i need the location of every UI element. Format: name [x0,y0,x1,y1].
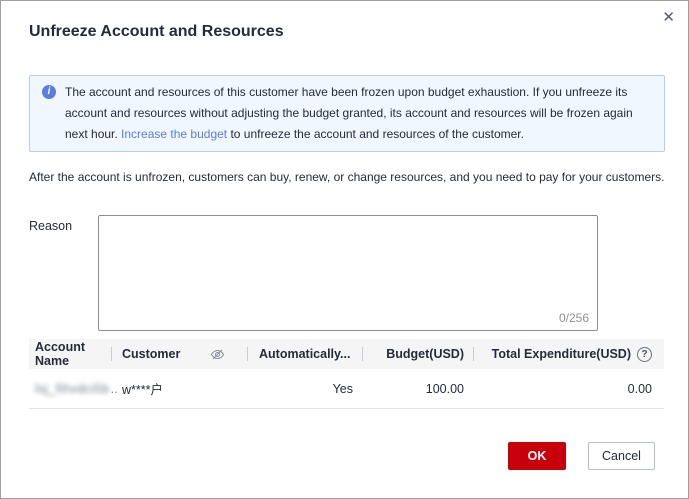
reason-textarea[interactable] [98,215,598,331]
cancel-button[interactable]: Cancel [588,442,655,470]
header-account-name-label: Account Name [35,340,112,368]
alert-line-2: account and resources without adjusting … [65,103,633,124]
header-automatically: Automatically... [248,339,363,369]
header-account-name: Account Name [29,339,112,369]
cell-automatically: Yes [248,369,363,409]
header-total-expenditure: Total Expenditure(USD) ? [474,339,664,369]
header-customer: Customer [112,339,248,369]
table-row: lsj_fihvdci5b .. w****户 Yes 100.00 0.00 [29,369,664,409]
header-budget: Budget(USD) [363,339,474,369]
eye-off-icon[interactable] [210,347,225,362]
reason-textarea-wrap: 0/256 [98,215,598,331]
alert-line-3-suffix: to unfreeze the account and resources of… [227,127,524,141]
accounts-table: Account Name Customer Automatically... B… [29,339,664,409]
increase-budget-link[interactable]: Increase the budget [121,127,227,141]
dialog-footer: OK Cancel [1,442,655,470]
cell-customer: w****户 [112,369,248,409]
reason-label: Reason [29,215,98,331]
alert-line-3: next hour. Increase the budget to unfree… [65,124,633,145]
header-automatically-label: Automatically... [259,347,350,361]
ok-button[interactable]: OK [508,442,566,470]
cell-total-expenditure: 0.00 [474,369,664,409]
cell-account-name: lsj_fihvdci5b .. [29,369,112,409]
alert-line-1: The account and resources of this custom… [65,82,633,103]
reason-form-row: Reason 0/256 [29,215,660,331]
cell-budget: 100.00 [363,369,474,409]
unfreeze-dialog: ✕ Unfreeze Account and Resources i The a… [0,0,689,499]
close-icon[interactable]: ✕ [662,10,675,25]
help-icon[interactable]: ? [637,347,652,362]
alert-text: The account and resources of this custom… [65,82,633,145]
header-customer-label: Customer [122,347,180,361]
header-budget-label: Budget(USD) [386,347,464,361]
description-text: After the account is unfrozen, customers… [29,170,660,185]
masked-account-name: lsj_fihvdci5b [35,382,110,396]
info-alert: i The account and resources of this cust… [29,75,665,152]
header-total-expenditure-label: Total Expenditure(USD) [492,347,631,361]
table-header-row: Account Name Customer Automatically... B… [29,339,664,369]
alert-line-3-prefix: next hour. [65,127,121,141]
info-icon: i [42,85,56,99]
dialog-title: Unfreeze Account and Resources [29,22,660,41]
